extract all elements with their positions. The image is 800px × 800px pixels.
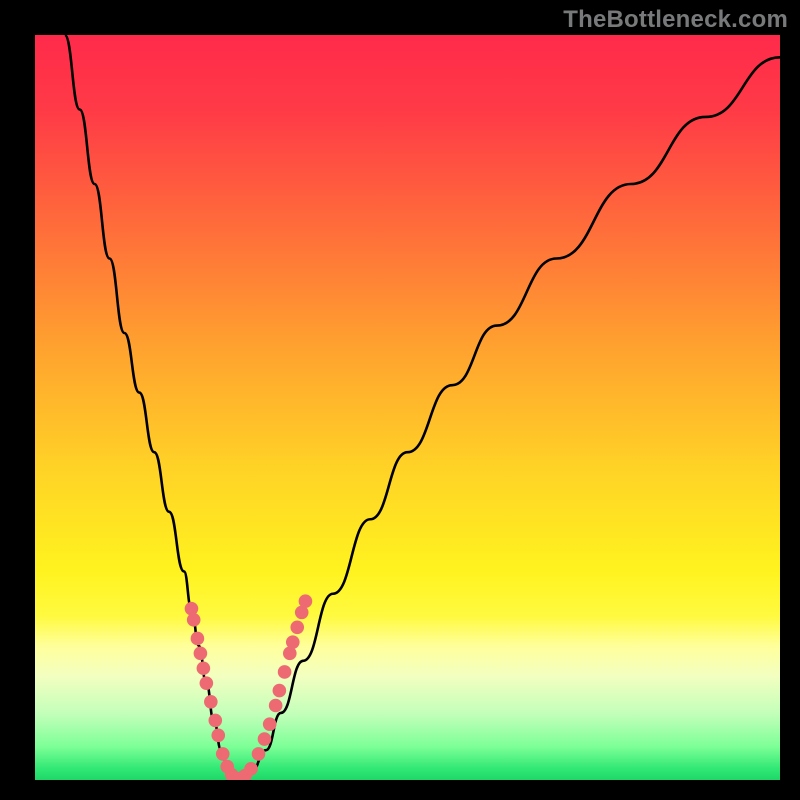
chart-frame: TheBottleneck.com xyxy=(0,0,800,800)
background-gradient xyxy=(35,35,780,780)
plot-area xyxy=(35,35,780,780)
watermark-text: TheBottleneck.com xyxy=(563,6,788,34)
